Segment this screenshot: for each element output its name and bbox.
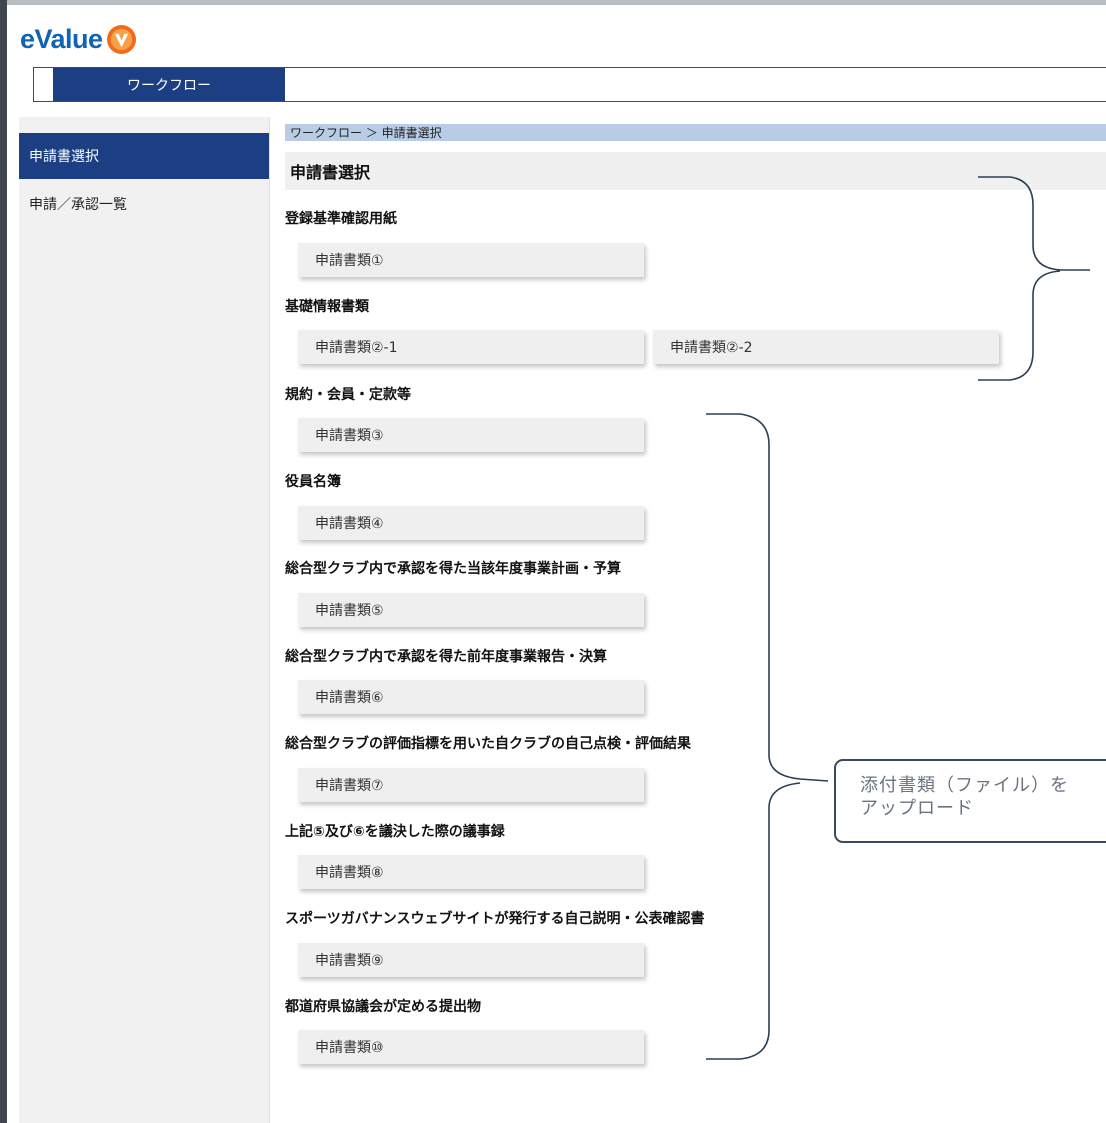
annotation-callout-text: 添付書類（ファイル）を アップロード	[860, 775, 1069, 819]
lower-bracket	[706, 413, 829, 1060]
annotation-brackets	[706, 176, 1090, 1060]
upper-bracket	[978, 176, 1090, 381]
